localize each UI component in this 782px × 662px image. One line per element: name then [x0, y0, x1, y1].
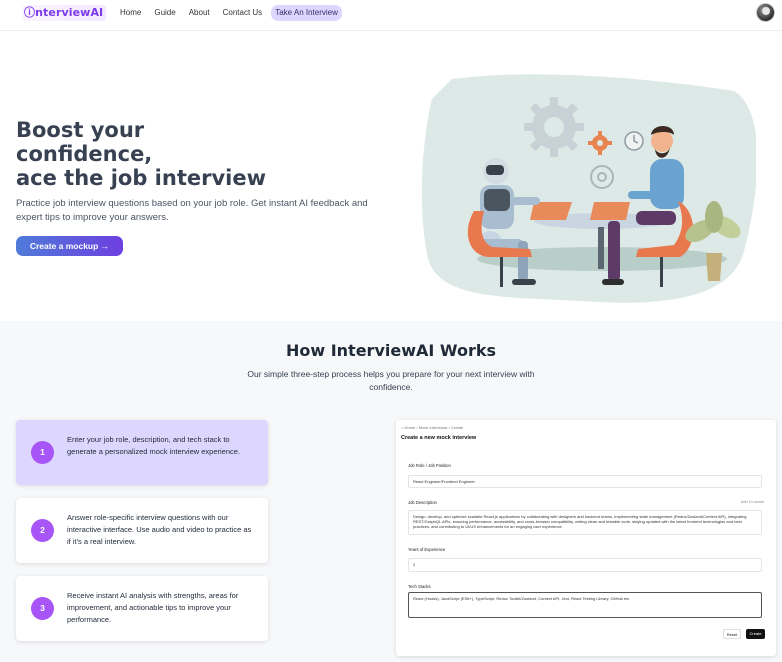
hero-section: Boost your confidence, ace the job inter… [0, 31, 782, 321]
create-mockup-button[interactable]: Create a mockup → [16, 236, 123, 256]
step-card-3[interactable]: 3 Receive instant AI analysis with stren… [16, 576, 268, 641]
mock-form-preview: ⌂ Home › Mock Interviews › Create Create… [396, 420, 776, 656]
step-card-1[interactable]: 1 Enter your job role, description, and … [16, 420, 268, 485]
hero-title-line-1: Boost your [16, 118, 145, 142]
tech-stack-label: Tech Stacks [408, 584, 431, 589]
logo[interactable]: ⓘnterviewAI [22, 5, 106, 21]
section-subtitle: Our simple three-step process helps you … [247, 369, 535, 392]
step-number: 1 [31, 441, 54, 464]
nav-link-home[interactable]: Home [116, 5, 145, 21]
experience-input[interactable]: 2 [408, 558, 762, 572]
job-description-label: Job Description [408, 500, 437, 505]
nav-link-about[interactable]: About [185, 5, 214, 21]
hero-title: Boost your confidence, ace the job inter… [16, 118, 276, 190]
step-text: Receive instant AI analysis with strengt… [67, 591, 239, 624]
step-number: 3 [31, 597, 54, 620]
experience-label: Years of Experience [408, 547, 446, 552]
nav-link-take-interview[interactable]: Take An Interview [271, 5, 342, 21]
step-text: Answer role-specific interview questions… [67, 513, 252, 546]
gear-icon [524, 97, 584, 157]
hero-illustration [422, 74, 756, 303]
form-heading: Create a new mock interview [401, 435, 477, 441]
word-counter: Add 10 words [740, 500, 764, 504]
create-button[interactable]: Create [746, 629, 765, 639]
step-number: 2 [31, 519, 54, 542]
section-title: How InterviewAI Works [285, 341, 497, 360]
how-it-works-section: How InterviewAI Works Our simple three-s… [0, 321, 782, 662]
step-text: Enter your job role, description, and te… [67, 435, 241, 456]
hero-subtitle: Practice job interview questions based o… [16, 198, 368, 223]
job-role-input[interactable]: React Engineer/Frontend Engineer [408, 475, 762, 488]
breadcrumb: ⌂ Home › Mock Interviews › Create [401, 425, 463, 430]
top-navbar: ⓘnterviewAI Home Guide About Contact Us … [0, 0, 782, 31]
job-role-label: Job Role / Job Position [408, 463, 451, 468]
tech-stack-textarea[interactable]: React (Hooks), JavaScript (ES6+), TypeSc… [408, 592, 762, 618]
hero-title-line-2: confidence, [16, 142, 153, 166]
nav-link-contact[interactable]: Contact Us [219, 5, 267, 21]
reset-button[interactable]: Reset [723, 629, 741, 639]
nav-link-guide[interactable]: Guide [150, 5, 179, 21]
hero-title-line-3: ace the job interview [16, 166, 267, 190]
job-description-textarea[interactable]: Design, develop, and optimize scalable R… [408, 510, 762, 535]
nav-links: Home Guide About Contact Us Take An Inte… [116, 5, 342, 21]
step-card-2[interactable]: 2 Answer role-specific interview questio… [16, 498, 268, 563]
user-avatar[interactable] [756, 3, 775, 22]
